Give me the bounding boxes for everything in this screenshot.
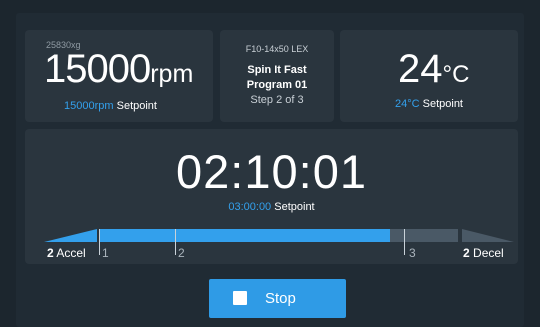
decel-setting: 2 Decel <box>463 246 504 260</box>
speed-value: 15000rpm <box>44 46 193 97</box>
accel-value: 2 <box>47 246 54 260</box>
decel-value: 2 <box>463 246 470 260</box>
stop-square-icon <box>233 291 247 305</box>
accel-label: Accel <box>56 246 86 260</box>
program-step: Step 2 of 3 <box>250 94 304 106</box>
decel-ramp <box>462 229 514 242</box>
speed-setpoint: 15000rpm Setpoint <box>64 100 157 112</box>
step-3-label: 3 <box>409 246 416 260</box>
temperature-value: 24°C <box>398 46 469 98</box>
rotor-name: F10-14x50 LEX <box>245 44 309 54</box>
step-1-label: 1 <box>102 246 109 260</box>
speed-number: 15000 <box>44 47 151 91</box>
run-progress-fill <box>99 229 390 242</box>
speed-unit: rpm <box>150 60 194 88</box>
step-3-tick <box>404 229 405 255</box>
temperature-setpoint: 24°C Setpoint <box>340 98 518 110</box>
temperature-number: 24 <box>398 47 443 91</box>
step-1-tick <box>99 229 100 255</box>
program-name: Spin It Fast <box>247 64 307 76</box>
temperature-setpoint-label: Setpoint <box>422 98 463 110</box>
speed-setpoint-label: Setpoint <box>116 100 157 112</box>
time-setpoint-label: Setpoint <box>274 201 315 213</box>
elapsed-timer: 02:10:01 <box>176 145 367 198</box>
step-2-tick <box>175 229 176 255</box>
speed-setpoint-value: 15000rpm <box>64 100 114 112</box>
accel-setting: 2 Accel <box>47 246 86 260</box>
step-2-label: 2 <box>178 246 185 260</box>
temperature-setpoint-value: 24°C <box>394 98 420 110</box>
time-setpoint-value: 03:00:00 <box>228 201 272 213</box>
time-setpoint: 03:00:00 Setpoint <box>25 201 518 213</box>
decel-label: Decel <box>473 246 504 260</box>
program-number: Program 01 <box>246 79 308 91</box>
temperature-unit: °C <box>442 61 470 88</box>
stop-button[interactable]: Stop <box>209 279 346 318</box>
accel-ramp <box>44 229 97 242</box>
stop-label: Stop <box>265 290 296 307</box>
